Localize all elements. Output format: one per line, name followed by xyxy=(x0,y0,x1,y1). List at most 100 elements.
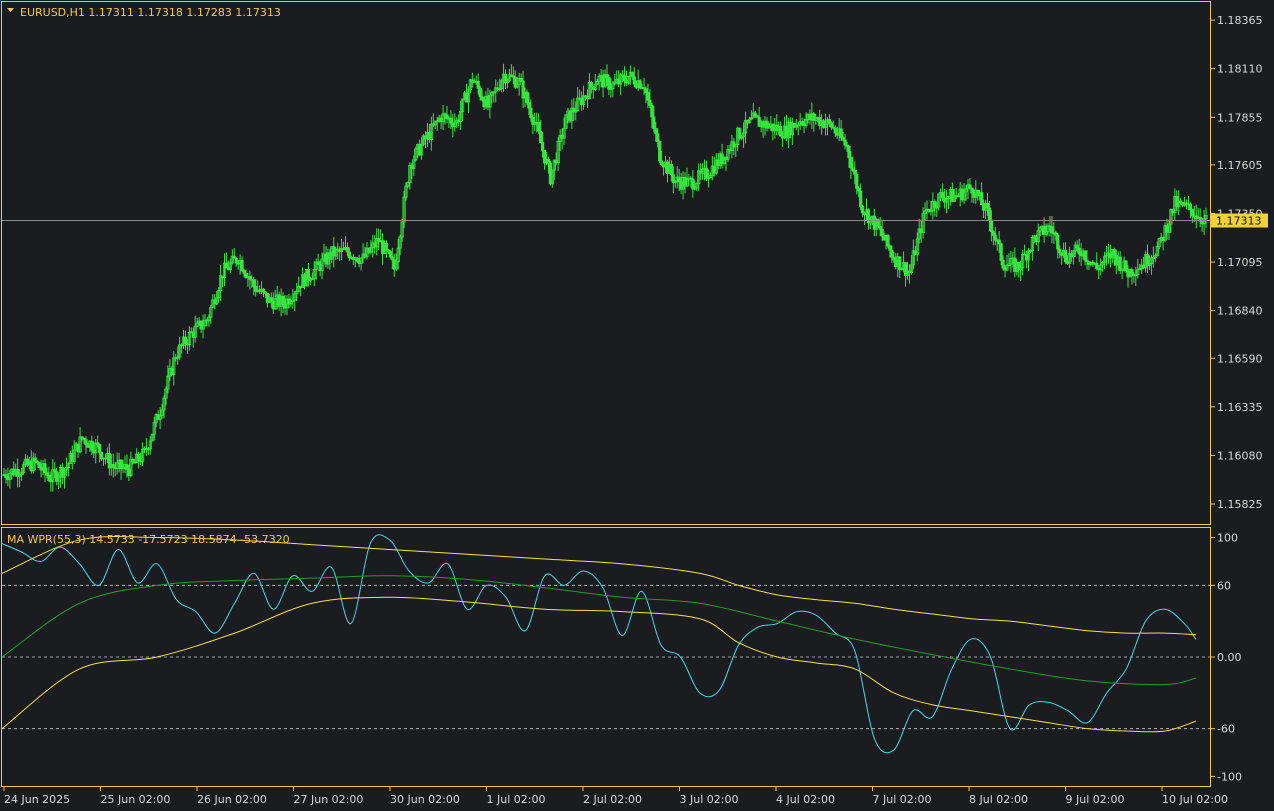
candle-body xyxy=(999,243,1003,261)
candle-body xyxy=(1095,262,1099,270)
candle-body xyxy=(753,112,757,117)
candle-body xyxy=(47,474,51,481)
candle-body xyxy=(650,104,654,118)
candle-body xyxy=(90,440,94,451)
candle-body xyxy=(646,92,650,101)
time-tick-label: 7 Jul 02:00 xyxy=(873,793,932,806)
candle-body xyxy=(853,170,857,175)
indicator-tick-label: -60 xyxy=(1217,723,1235,736)
candle-body xyxy=(677,176,681,183)
indicator-tick-label: -100 xyxy=(1217,770,1242,783)
candle-body xyxy=(1075,244,1079,249)
candle-body xyxy=(800,120,804,125)
price-tick-label: 1.16080 xyxy=(1217,449,1263,462)
candle-body xyxy=(933,201,937,208)
candle-body xyxy=(4,474,8,479)
candle-body xyxy=(1190,209,1194,217)
candle-body xyxy=(704,167,709,179)
candle-body xyxy=(539,130,543,143)
candle-body xyxy=(529,107,533,118)
indicator-pane-title[interactable]: MA WPR(55,3) 14.5733 -17.5723 18.5874 -5… xyxy=(7,533,290,546)
time-tick-label: 25 Jun 02:00 xyxy=(101,793,171,806)
candle-body xyxy=(480,96,484,101)
trading-chart[interactable]: 1.183651.181101.178551.176051.173501.170… xyxy=(0,0,1274,811)
candle-body xyxy=(638,80,642,89)
price-tick-label: 1.16590 xyxy=(1217,352,1263,365)
candle-body xyxy=(248,276,252,280)
candle-body xyxy=(355,257,359,262)
price-tick-label: 1.17605 xyxy=(1217,159,1263,172)
time-tick-label: 8 Jul 02:00 xyxy=(969,793,1028,806)
price-tick-label: 1.18365 xyxy=(1217,14,1263,27)
indicator-line-wpr xyxy=(1,534,1197,754)
candlestick-series[interactable] xyxy=(2,63,1208,492)
candle-body xyxy=(1058,248,1062,254)
candle-body xyxy=(968,184,972,189)
candle-body xyxy=(630,71,634,78)
candle-body xyxy=(847,145,851,159)
candle-body xyxy=(980,192,984,205)
candle-body xyxy=(632,76,636,85)
candle-body xyxy=(669,164,673,176)
candle-body xyxy=(1056,234,1060,250)
candle-body xyxy=(98,444,102,453)
candle-body xyxy=(829,122,833,128)
candle-body xyxy=(1083,250,1087,261)
candle-body xyxy=(839,128,843,138)
candle-body xyxy=(607,77,611,90)
time-tick-label: 4 Jul 02:00 xyxy=(776,793,835,806)
candle-body xyxy=(886,235,890,247)
indicator-line-middle-line xyxy=(1,575,1197,686)
candle-body xyxy=(849,157,853,169)
candle-body xyxy=(390,256,394,261)
candle-body xyxy=(546,158,551,164)
indicator-tick-label: 100 xyxy=(1217,532,1238,545)
candle-body xyxy=(878,226,882,230)
candle-body xyxy=(660,160,664,165)
candle-body xyxy=(476,80,480,89)
candle-body xyxy=(589,82,593,87)
candle-body xyxy=(985,202,990,209)
price-tick-label: 1.17095 xyxy=(1217,256,1263,269)
price-tick-label: 1.18110 xyxy=(1217,63,1263,76)
candle-body xyxy=(242,270,246,274)
candle-body xyxy=(622,75,627,82)
candle-body xyxy=(648,99,652,106)
time-axis: 24 Jun 2025 25 Jun 02:00 26 Jun 02:00 27 Ju… xyxy=(3,786,1228,806)
candle-body xyxy=(1077,247,1081,255)
candle-body xyxy=(859,190,863,207)
time-tick-label: 24 Jun 2025 xyxy=(4,793,70,806)
price-pane-title[interactable]: EURUSD,H1 1.17311 1.17318 1.17283 1.1731… xyxy=(20,6,281,19)
price-tick-label: 1.17855 xyxy=(1217,111,1263,124)
time-tick-label: 3 Jul 02:00 xyxy=(680,793,739,806)
candle-body xyxy=(644,88,648,93)
indicator-series[interactable] xyxy=(1,534,1197,754)
candle-body xyxy=(252,279,256,287)
candle-body xyxy=(33,457,37,462)
candle-body xyxy=(37,462,41,469)
candle-body xyxy=(898,256,902,271)
candle-body xyxy=(345,247,350,253)
candle-body xyxy=(224,262,229,269)
dropdown-arrow-icon[interactable] xyxy=(7,8,14,12)
candle-body xyxy=(111,464,115,468)
candle-body xyxy=(1118,256,1122,271)
candle-body xyxy=(384,243,389,251)
candle-body xyxy=(1050,226,1054,234)
price-tick-label: 1.16335 xyxy=(1217,401,1263,414)
candle-body xyxy=(843,139,847,146)
candle-body xyxy=(991,231,995,236)
candle-body xyxy=(1188,203,1193,210)
candle-body xyxy=(537,121,541,132)
candle-body xyxy=(306,269,311,280)
candle-body xyxy=(656,133,660,142)
time-tick-label: 30 Jun 02:00 xyxy=(390,793,460,806)
candle-body xyxy=(449,117,453,124)
candle-body xyxy=(137,453,141,462)
candle-body xyxy=(269,297,273,302)
candle-body xyxy=(1112,249,1116,256)
candle-body xyxy=(234,257,238,264)
candle-body xyxy=(1001,260,1005,269)
candle-body xyxy=(987,207,992,221)
price-tick-label: 1.15825 xyxy=(1217,498,1263,511)
